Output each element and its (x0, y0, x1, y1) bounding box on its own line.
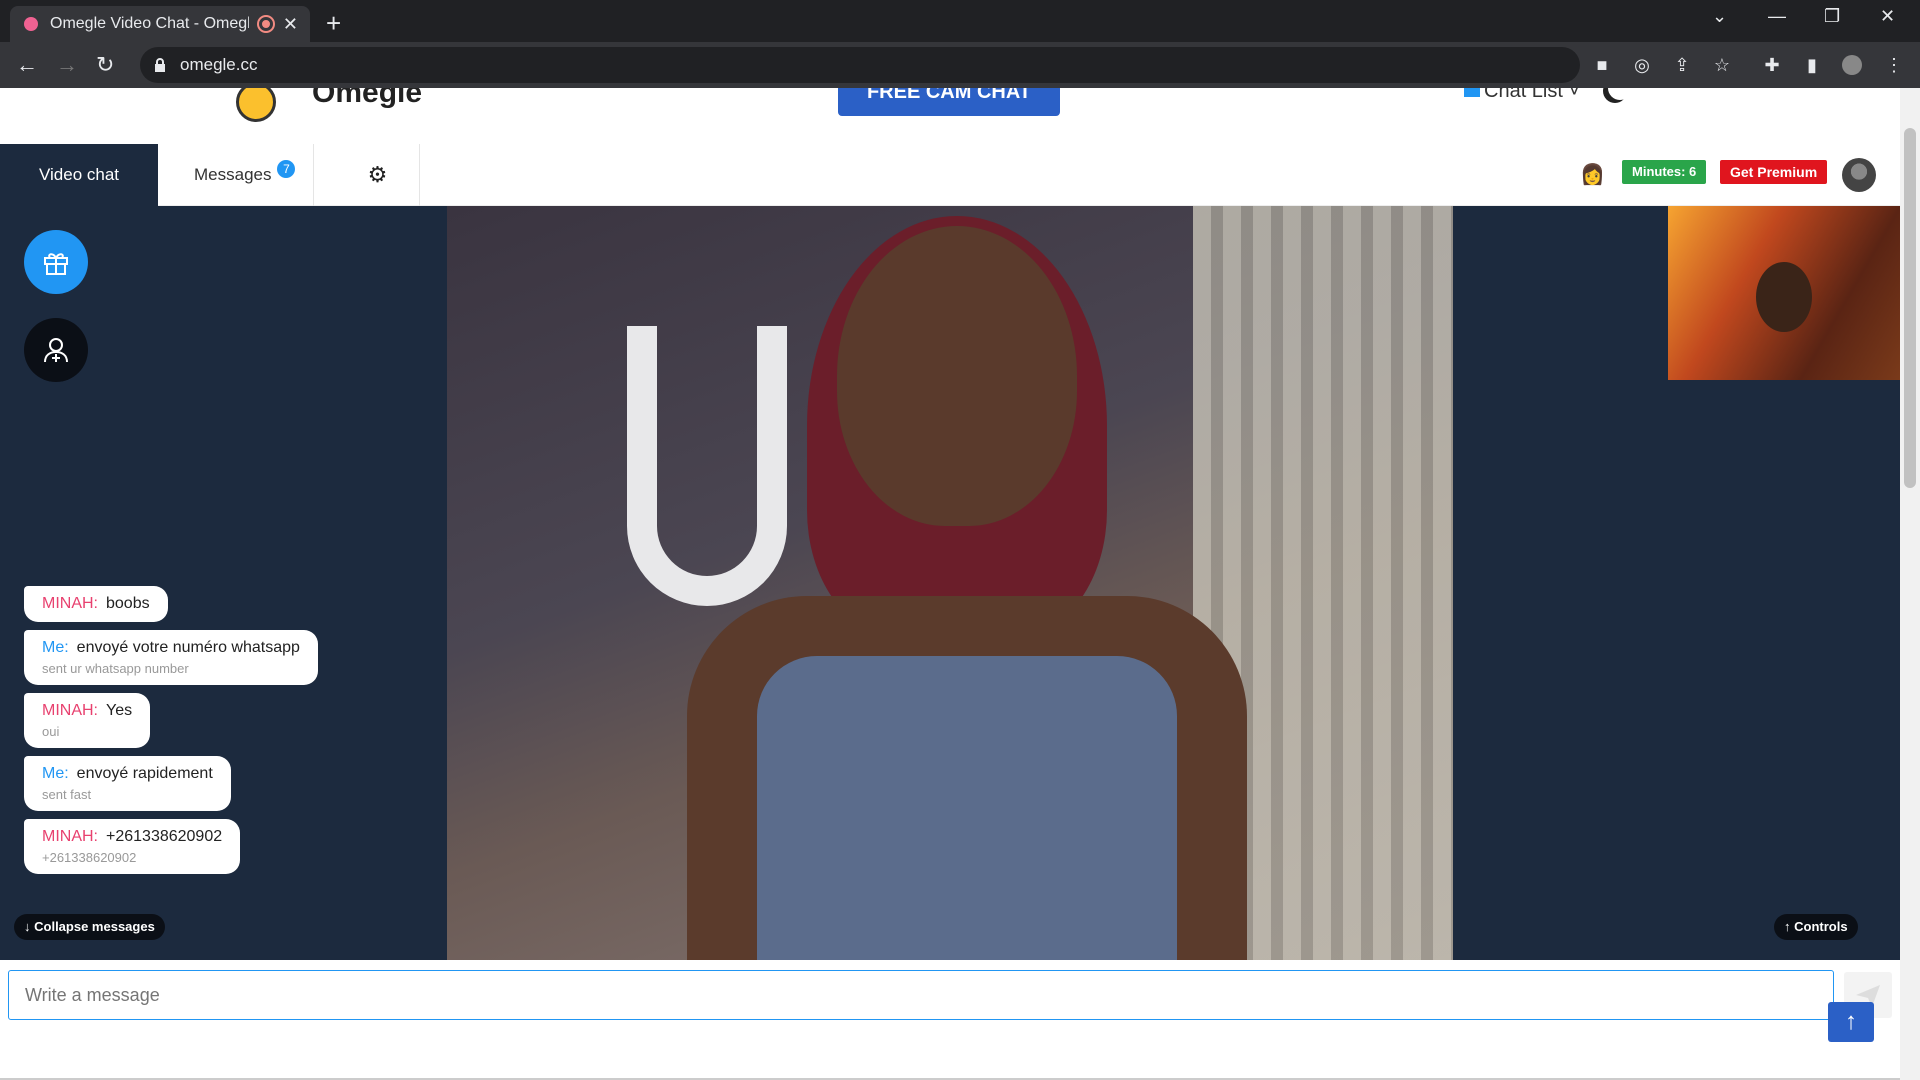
message-bubble: MINAH: +261338620902 +261338620902 (24, 819, 241, 874)
close-window-icon[interactable]: ✕ (1880, 6, 1895, 27)
browser-toolbar: ← → ↻ omegle.cc ■ ◎ ⇪ ☆ ✚ ▮ ⋮ (0, 42, 1920, 88)
list-item: Me: envoyé votre numéro whatsapp sent ur w… (24, 630, 344, 693)
forward-icon[interactable]: → (56, 52, 78, 78)
gift-icon (44, 253, 68, 275)
reload-icon[interactable]: ↻ (96, 52, 114, 78)
add-user-icon (44, 338, 68, 363)
chat-list-icon (1464, 88, 1480, 97)
free-cam-chat-button[interactable]: FREE CAM CHAT (838, 88, 1060, 116)
eye-off-icon[interactable]: ◎ (1632, 55, 1652, 75)
site-header: Omegle FREE CAM CHAT Chat List ˅ (0, 88, 1900, 144)
message-text: +261338620902 (106, 828, 223, 845)
browser-tab[interactable]: Omegle Video Chat - Omegl ✕ (10, 6, 310, 42)
message-translation: oui (42, 724, 60, 739)
recording-icon (258, 17, 273, 31)
restore-icon[interactable]: ❐ (1824, 6, 1840, 27)
list-item: MINAH: +261338620902 +261338620902 (24, 819, 344, 882)
message-bubble: Me: envoyé rapidement sent fast (24, 756, 231, 811)
controls-button[interactable]: ↑ Controls (1774, 914, 1858, 940)
video-stage: MINAH: boobs Me: envoyé votre numéro whats… (0, 206, 1900, 960)
star-icon[interactable]: ☆ (1712, 55, 1732, 75)
arrow-up-icon: ↑ (1784, 919, 1795, 934)
logo-emoji-icon (236, 88, 276, 122)
page-scrollbar[interactable] (1900, 88, 1920, 1080)
message-translation: sent ur whatsapp number (42, 661, 189, 676)
avatar[interactable] (1842, 158, 1876, 192)
message-composer (8, 970, 1834, 1020)
message-text: envoyé votre numéro whatsapp (76, 639, 300, 656)
message-text: envoyé rapidement (76, 765, 213, 782)
page: Omegle FREE CAM CHAT Chat List ˅ Video c… (0, 88, 1900, 1080)
list-item: Me: envoyé rapidement sent fast (24, 756, 344, 819)
message-sender: MINAH: (42, 702, 98, 719)
site-logo[interactable]: Omegle (312, 88, 422, 110)
side-panel-icon[interactable]: ▮ (1802, 55, 1822, 75)
share-icon[interactable]: ⇪ (1672, 55, 1692, 75)
scrollbar-thumb[interactable] (1904, 128, 1916, 488)
browser-titlebar: Omegle Video Chat - Omegl ✕ + ⌄ — ❐ ✕ (0, 0, 1920, 42)
self-head (1756, 262, 1812, 332)
message-bubble: MINAH: boobs (24, 586, 168, 622)
remote-top (757, 656, 1177, 960)
url-text: omegle.cc (180, 55, 258, 74)
get-premium-button[interactable]: Get Premium (1720, 160, 1828, 184)
message-sender: MINAH: (42, 595, 98, 612)
lock-icon (155, 58, 165, 72)
self-video (1668, 206, 1900, 380)
message-sender: Me: (42, 765, 69, 782)
add-friend-button[interactable] (24, 318, 88, 382)
new-tab-button[interactable]: + (326, 8, 341, 39)
message-list: MINAH: boobs Me: envoyé votre numéro whats… (24, 586, 344, 882)
list-item: MINAH: boobs (24, 586, 344, 630)
scroll-to-top-button[interactable]: ↑ (1828, 1002, 1874, 1042)
tab-title: Omegle Video Chat - Omegl (50, 15, 249, 32)
dark-mode-icon[interactable] (1608, 88, 1632, 100)
menu-icon[interactable]: ⋮ (1884, 55, 1904, 75)
tab-video-chat[interactable]: Video chat (0, 144, 158, 206)
extensions-icon[interactable]: ✚ (1762, 55, 1782, 75)
message-sender: MINAH: (42, 828, 98, 845)
minimize-icon[interactable]: — (1768, 6, 1786, 27)
message-bubble: Me: envoyé votre numéro whatsapp sent ur w… (24, 630, 318, 685)
tab-messages-label: Messages (194, 165, 272, 184)
collapse-label: Collapse messages (34, 919, 155, 934)
user-emoji-icon: 👩 (1580, 164, 1605, 186)
close-tab-icon[interactable]: ✕ (283, 14, 298, 35)
controls-label: Controls (1794, 919, 1848, 934)
message-input[interactable] (25, 984, 1833, 1006)
messages-count-badge: 7 (277, 160, 296, 178)
remote-video (447, 206, 1453, 960)
back-icon[interactable]: ← (16, 52, 38, 78)
remote-person (687, 216, 1247, 960)
minutes-badge: Minutes: 6 (1622, 160, 1707, 184)
tab-messages[interactable]: Messages 7 (176, 144, 315, 206)
remote-head (837, 226, 1077, 526)
message-bubble: MINAH: Yes oui (24, 693, 151, 748)
message-text: boobs (106, 595, 150, 612)
camera-icon[interactable]: ■ (1592, 55, 1612, 75)
chat-list-label: Chat List (1484, 88, 1563, 102)
message-translation: sent fast (42, 787, 92, 802)
list-item: MINAH: Yes oui (24, 693, 344, 756)
message-sender: Me: (42, 639, 69, 656)
omegle-favicon-icon (22, 15, 40, 33)
collapse-messages-button[interactable]: ↓ Collapse messages (14, 914, 165, 940)
chat-list-dropdown[interactable]: Chat List ˅ (1464, 88, 1580, 103)
message-translation: +261338620902 (42, 850, 137, 865)
profile-icon[interactable] (1842, 55, 1862, 75)
tab-search-icon[interactable]: ⌄ (1712, 6, 1727, 27)
message-text: Yes (106, 702, 133, 719)
settings-gear-icon[interactable]: ⚙ (336, 144, 420, 206)
arrow-down-icon: ↓ (24, 919, 35, 934)
gift-button[interactable] (24, 230, 88, 294)
chat-tabbar: Video chat Messages 7 ⚙ 👩 Minutes: 6 Get… (0, 144, 1900, 206)
address-bar[interactable]: omegle.cc (140, 47, 1580, 83)
